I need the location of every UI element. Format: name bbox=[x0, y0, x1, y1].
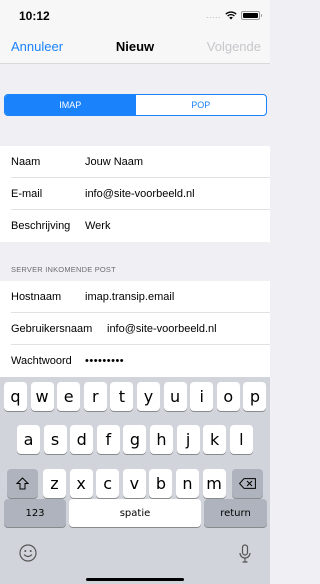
key-h[interactable]: h bbox=[150, 425, 173, 454]
key-j[interactable]: j bbox=[176, 425, 200, 454]
key-q[interactable]: q bbox=[4, 382, 27, 411]
home-indicator bbox=[86, 578, 184, 581]
key-r[interactable]: r bbox=[83, 382, 107, 411]
description-field[interactable]: Werk bbox=[85, 220, 110, 232]
key-u[interactable]: u bbox=[163, 382, 187, 411]
key-y[interactable]: y bbox=[137, 382, 160, 411]
key-g[interactable]: g bbox=[123, 425, 147, 454]
key-x[interactable]: x bbox=[69, 469, 93, 498]
key-z[interactable]: z bbox=[43, 469, 66, 498]
incoming-server-section-header: SERVER INKOMENDE POST bbox=[11, 265, 116, 274]
delete-key[interactable] bbox=[232, 469, 263, 498]
host-field[interactable]: imap.transip.email bbox=[85, 291, 174, 303]
name-row[interactable]: Naam Jouw Naam bbox=[0, 146, 270, 178]
password-field[interactable]: ••••••••• bbox=[85, 355, 124, 367]
shift-key[interactable] bbox=[7, 469, 38, 498]
email-field[interactable]: info@site-voorbeeld.nl bbox=[85, 188, 195, 200]
email-row[interactable]: E-mail info@site-voorbeeld.nl bbox=[0, 178, 270, 210]
password-row[interactable]: Wachtwoord ••••••••• bbox=[0, 345, 270, 377]
key-f[interactable]: f bbox=[96, 425, 120, 454]
status-time: 10:12 bbox=[19, 9, 50, 23]
description-row[interactable]: Beschrijving Werk bbox=[0, 210, 270, 242]
key-t[interactable]: t bbox=[110, 382, 134, 411]
name-field[interactable]: Jouw Naam bbox=[85, 156, 143, 168]
key-l[interactable]: l bbox=[229, 425, 253, 454]
key-s[interactable]: s bbox=[43, 425, 67, 454]
key-k[interactable]: k bbox=[203, 425, 227, 454]
key-b[interactable]: b bbox=[149, 469, 173, 498]
host-row[interactable]: Hostnaam imap.transip.email bbox=[0, 281, 270, 313]
keyboard: qwertyuiop asdfghjkl zxcvbnm 123 spatie … bbox=[0, 377, 270, 584]
host-label: Hostnaam bbox=[11, 291, 62, 303]
description-label: Beschrijving bbox=[11, 220, 71, 232]
key-d[interactable]: d bbox=[70, 425, 94, 454]
key-o[interactable]: o bbox=[216, 382, 240, 411]
wifi-icon bbox=[225, 10, 237, 19]
shift-icon bbox=[16, 477, 29, 490]
key-n[interactable]: n bbox=[176, 469, 199, 498]
key-e[interactable]: e bbox=[57, 382, 81, 411]
segment-pop[interactable]: POP bbox=[136, 95, 267, 115]
key-v[interactable]: v bbox=[122, 469, 146, 498]
password-label: Wachtwoord bbox=[11, 355, 72, 367]
account-info-group: Naam Jouw Naam E-mail info@site-voorbeel… bbox=[0, 146, 270, 242]
space-key[interactable]: spatie bbox=[69, 499, 201, 527]
key-w[interactable]: w bbox=[30, 382, 54, 411]
numbers-key[interactable]: 123 bbox=[4, 499, 66, 527]
status-icons: ..... bbox=[205, 10, 262, 20]
name-label: Naam bbox=[11, 156, 41, 168]
delete-icon bbox=[239, 478, 256, 489]
status-bar: 10:12 ..... bbox=[0, 0, 270, 30]
username-field[interactable]: info@site-voorbeeld.nl bbox=[107, 323, 217, 335]
battery-icon bbox=[241, 10, 262, 20]
cellular-signal-icon: ..... bbox=[205, 10, 221, 20]
username-label: Gebruikersnaam bbox=[11, 323, 93, 335]
return-key[interactable]: return bbox=[204, 499, 267, 527]
emoji-icon[interactable] bbox=[19, 544, 37, 562]
protocol-segmented-control: IMAP POP bbox=[4, 94, 267, 116]
username-row[interactable]: Gebruikersnaam info@site-voorbeeld.nl bbox=[0, 313, 270, 345]
key-p[interactable]: p bbox=[243, 382, 267, 411]
segment-imap[interactable]: IMAP bbox=[5, 95, 136, 115]
key-i[interactable]: i bbox=[190, 382, 214, 411]
microphone-icon[interactable] bbox=[238, 544, 252, 564]
nav-bar: Annuleer Nieuw Volgende bbox=[0, 30, 270, 64]
key-m[interactable]: m bbox=[202, 469, 226, 498]
next-button[interactable]: Volgende bbox=[207, 39, 261, 54]
key-a[interactable]: a bbox=[17, 425, 40, 454]
incoming-server-group: Hostnaam imap.transip.email Gebruikersna… bbox=[0, 281, 270, 377]
email-label: E-mail bbox=[11, 188, 43, 200]
key-c[interactable]: c bbox=[96, 469, 120, 498]
